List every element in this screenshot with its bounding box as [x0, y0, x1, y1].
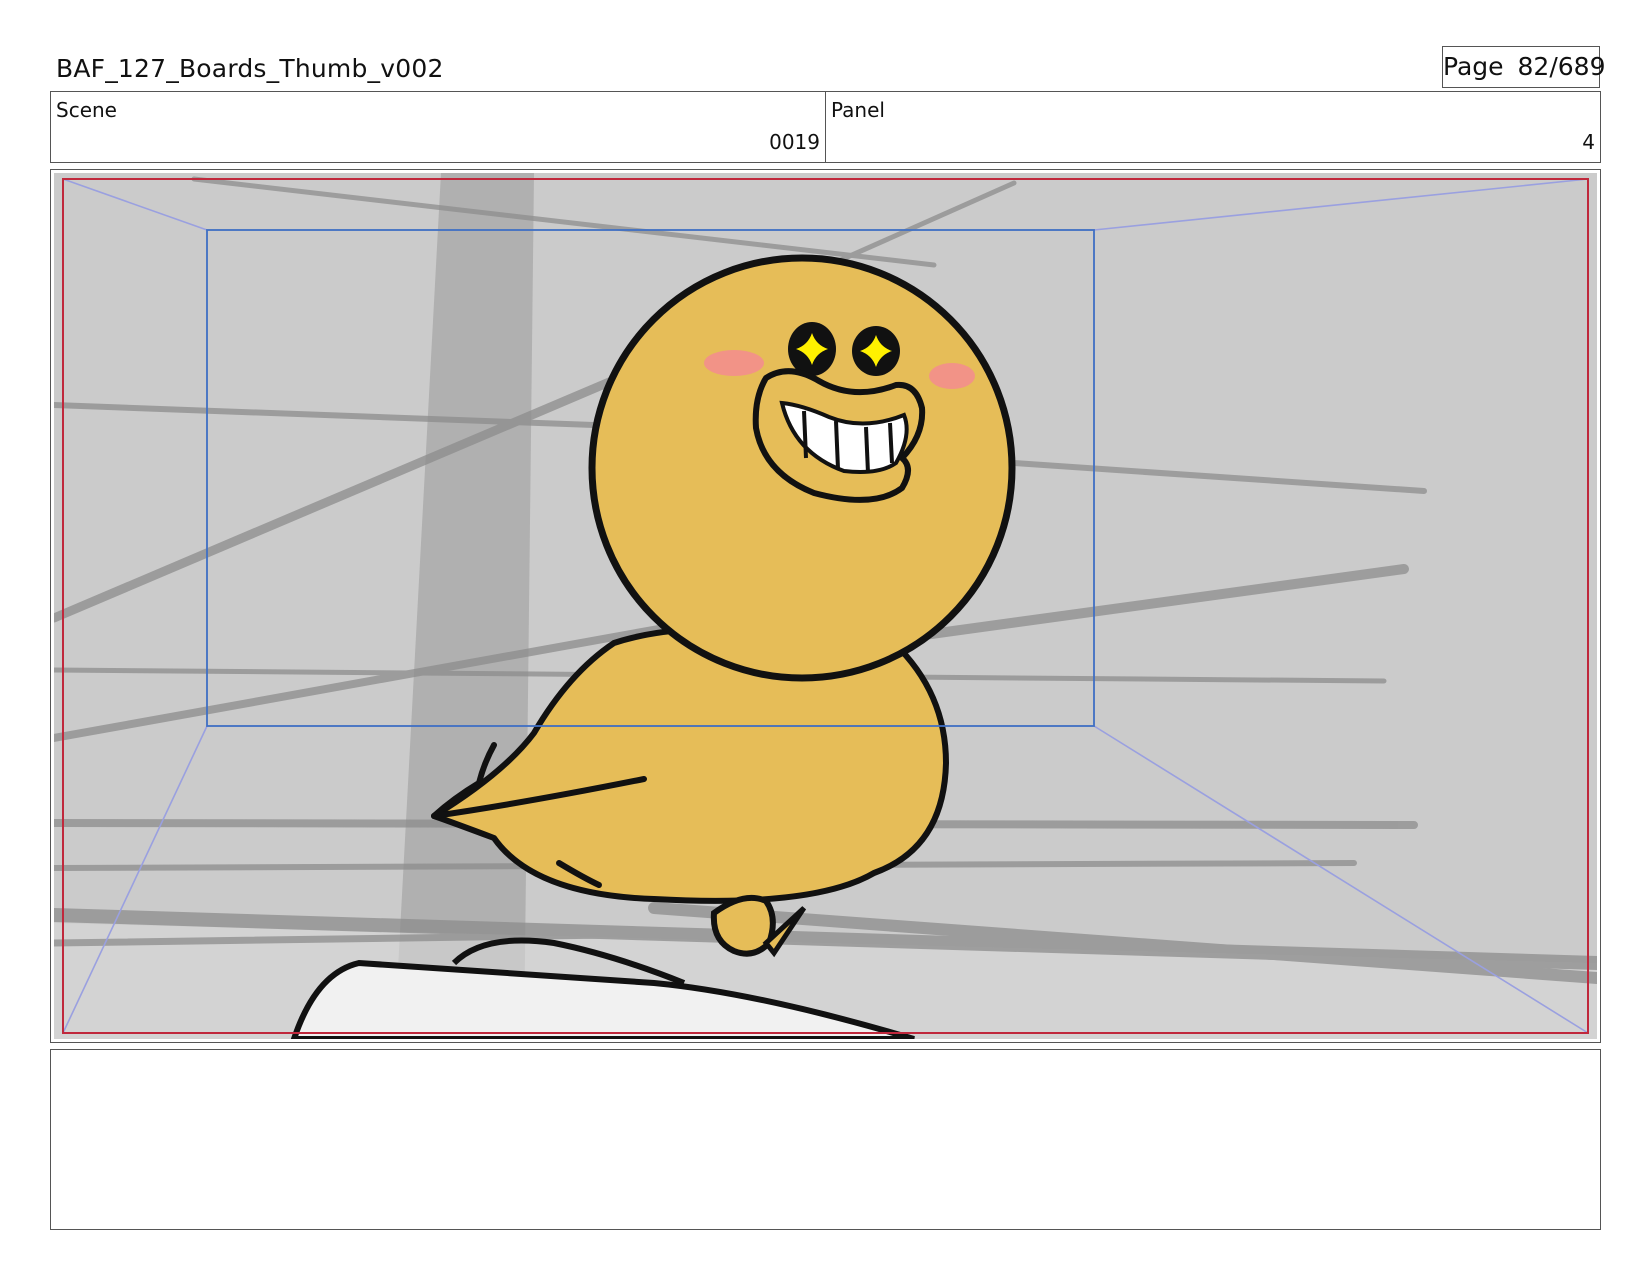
bird-foot: [710, 895, 776, 957]
bird-blush-left: [704, 350, 764, 376]
panel-notes: [50, 1049, 1601, 1230]
panel-cell: Panel 4: [825, 92, 1600, 162]
storyboard-panel: [50, 169, 1601, 1043]
bird-blush-right: [929, 363, 975, 389]
page-number: 82/689: [1517, 52, 1606, 81]
scene-label: Scene: [56, 98, 117, 122]
scene-panel-info: Scene 0019 Panel 4: [50, 91, 1601, 163]
scene-value: 0019: [769, 130, 820, 154]
page-indicator: Page 82/689: [1442, 46, 1605, 88]
panel-value: 4: [1582, 130, 1595, 154]
document-title: BAF_127_Boards_Thumb_v002: [56, 54, 444, 83]
scene-cell: Scene 0019: [51, 92, 825, 162]
page-label: Page: [1443, 52, 1504, 81]
panel-drawing: [54, 173, 1597, 1039]
panel-label: Panel: [831, 98, 885, 122]
